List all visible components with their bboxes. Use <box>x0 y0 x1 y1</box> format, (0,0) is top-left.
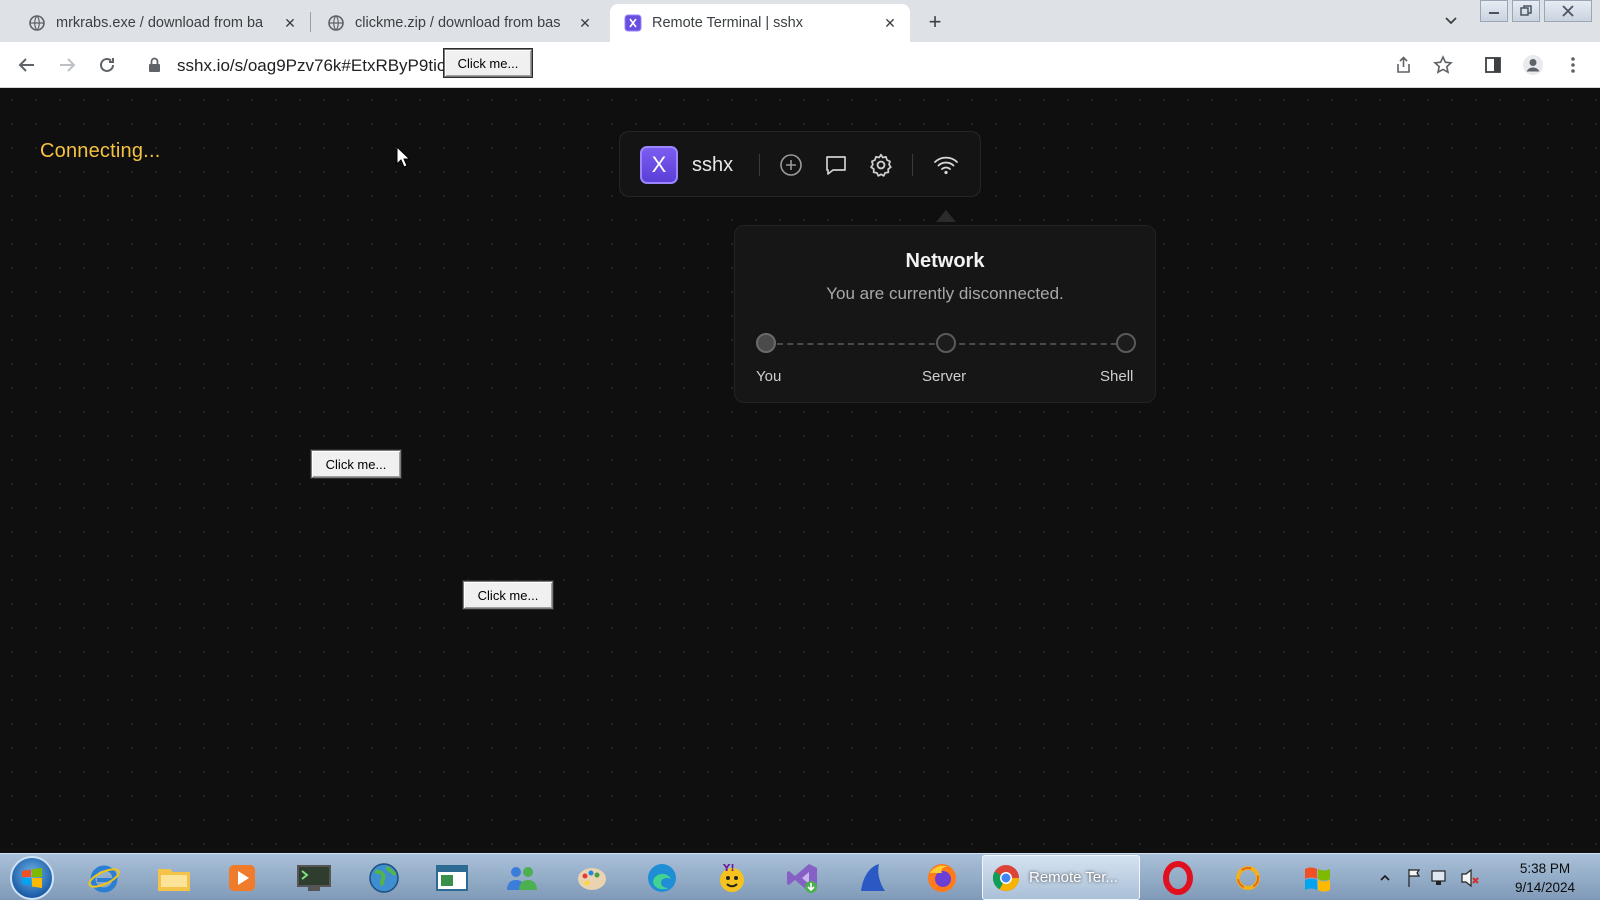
tab-title: mrkrabs.exe / download from ba <box>56 15 264 31</box>
tab-divider <box>310 12 311 32</box>
sshx-canvas[interactable]: Connecting... X sshx Network You are cur… <box>0 88 1600 853</box>
chrome-taskbar-button[interactable]: Remote Ter... <box>982 855 1140 900</box>
sshx-logo-icon: X <box>640 146 678 184</box>
media-player-icon[interactable] <box>222 859 262 897</box>
toolbar-divider <box>759 154 760 176</box>
click-me-button[interactable]: Click me... <box>311 450 401 478</box>
volume-muted-icon <box>1461 868 1472 888</box>
network-status-panel: Network You are currently disconnected. … <box>734 225 1156 403</box>
app-name: sshx <box>692 154 734 176</box>
side-panel-icon[interactable] <box>1480 52 1506 78</box>
globe-icon <box>327 14 345 32</box>
show-hidden-icons-chevron <box>1380 874 1390 881</box>
network-monitor-icon <box>1431 870 1446 882</box>
toolbar-divider <box>912 154 913 176</box>
windows-taskbar: Y! Remote Ter... 5:38 PM 9/14/2024 <box>0 853 1600 900</box>
wifi-network-icon[interactable] <box>933 152 959 178</box>
add-terminal-icon[interactable] <box>778 152 804 178</box>
close-icon[interactable]: ✕ <box>880 13 900 33</box>
tab-remote-terminal[interactable]: Remote Terminal | sshx ✕ <box>610 4 910 42</box>
globe-icon <box>28 14 46 32</box>
clock-time: 5:38 PM <box>1519 861 1571 876</box>
node-label-server: Server <box>922 368 967 385</box>
chat-icon[interactable] <box>823 152 849 178</box>
node-server <box>936 333 956 353</box>
people-icon[interactable] <box>502 859 542 897</box>
terminal-monitor-icon[interactable] <box>294 859 334 897</box>
svg-text:Y!: Y! <box>722 863 735 874</box>
minimize-button[interactable] <box>1480 0 1508 22</box>
settings-gear-icon[interactable] <box>868 152 894 178</box>
internet-explorer-icon[interactable] <box>84 859 124 897</box>
click-me-button[interactable]: Click me... <box>463 581 553 609</box>
file-explorer-icon[interactable] <box>154 859 194 897</box>
node-shell <box>1116 333 1136 353</box>
kebab-menu-icon[interactable] <box>1560 52 1586 78</box>
action-center-flag-icon <box>1408 869 1421 887</box>
close-window-button[interactable] <box>1544 0 1592 22</box>
tab-mrkrabs[interactable]: mrkrabs.exe / download from ba ✕ <box>14 4 310 42</box>
address-bar[interactable]: sshx.io/s/oag9Pzv76k#EtxRByP9tic <box>140 47 1440 83</box>
tab-title: clickme.zip / download from bas <box>355 15 561 31</box>
bookmark-star-icon[interactable] <box>1430 52 1456 78</box>
panel-title: Network <box>905 250 985 272</box>
close-icon[interactable]: ✕ <box>575 13 595 33</box>
yahoo-messenger-icon[interactable]: Y! <box>712 859 752 897</box>
tab-title: Remote Terminal | sshx <box>652 15 803 31</box>
firefox-icon[interactable] <box>922 859 962 897</box>
share-icon[interactable] <box>1390 52 1416 78</box>
close-icon[interactable]: ✕ <box>280 13 300 33</box>
click-me-button[interactable]: Click me... <box>444 49 532 77</box>
forward-arrow-icon[interactable] <box>54 52 80 78</box>
browser-tab-bar: mrkrabs.exe / download from ba ✕ clickme… <box>0 0 1600 42</box>
restore-button[interactable] <box>1512 0 1540 22</box>
node-you <box>756 333 776 353</box>
chrome-icon <box>992 864 1020 891</box>
url-text[interactable]: sshx.io/s/oag9Pzv76k#EtxRByP9tic <box>177 56 447 76</box>
node-label-you: You <box>756 368 782 385</box>
edge-browser-icon[interactable] <box>642 859 682 897</box>
blue-wing-app-icon[interactable] <box>852 859 892 897</box>
system-clock[interactable]: 5:38 PM 9/14/2024 <box>1500 859 1590 897</box>
popover-caret <box>936 210 956 222</box>
tab-clickme[interactable]: clickme.zip / download from bas ✕ <box>313 4 605 42</box>
opera-icon[interactable] <box>1158 859 1198 897</box>
yellow-ring-app-icon[interactable] <box>1228 859 1268 897</box>
start-button[interactable] <box>10 856 54 900</box>
panel-subtitle: You are currently disconnected. <box>826 284 1064 303</box>
system-tray <box>1376 862 1486 897</box>
node-label-shell: Shell <box>1100 368 1134 385</box>
clock-date: 9/14/2024 <box>1514 880 1576 895</box>
lock-icon[interactable] <box>148 57 161 78</box>
windows-logo-icon <box>22 868 42 888</box>
tab-search-chevron-icon[interactable] <box>1440 10 1462 32</box>
browser-toolbar: sshx.io/s/oag9Pzv76k#EtxRByP9tic <box>0 42 1600 88</box>
windows-flag-icon[interactable] <box>1298 859 1338 897</box>
reload-icon[interactable] <box>94 52 120 78</box>
notepad-icon[interactable] <box>432 859 472 897</box>
visual-studio-icon[interactable] <box>782 859 822 897</box>
mouse-cursor-icon <box>396 145 411 173</box>
sshx-favicon-icon <box>624 14 642 32</box>
sshx-toolbar: X sshx <box>619 131 981 197</box>
new-tab-button[interactable]: + <box>922 9 948 35</box>
back-arrow-icon[interactable] <box>14 52 40 78</box>
profile-avatar-icon[interactable] <box>1520 52 1546 78</box>
paint-palette-icon[interactable] <box>572 859 612 897</box>
connection-status: Connecting... <box>40 140 161 162</box>
taskbar-app-label: Remote Ter... <box>1029 869 1118 886</box>
world-globe-icon[interactable] <box>364 859 404 897</box>
